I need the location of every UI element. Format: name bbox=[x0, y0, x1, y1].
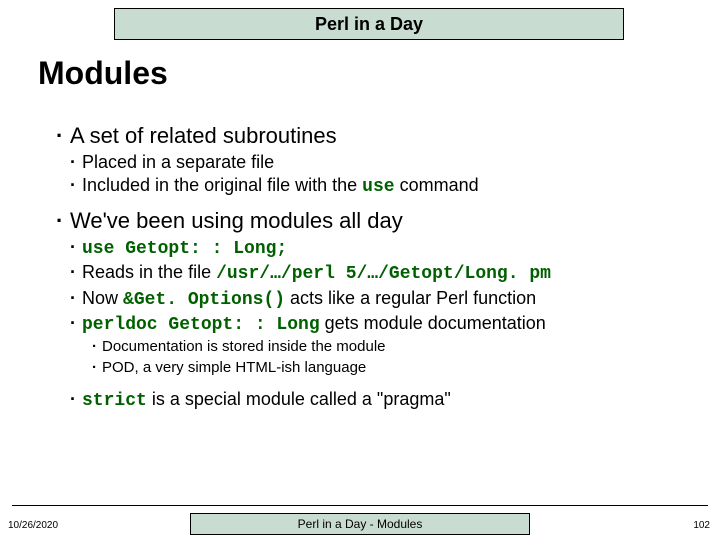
slide-content: A set of related subroutines Placed in a… bbox=[56, 115, 696, 413]
bullet-2-sub-4: perldoc Getopt: : Long gets module docum… bbox=[70, 312, 696, 337]
footer-divider bbox=[12, 505, 708, 506]
bullet-1-text: A set of related subroutines bbox=[70, 123, 337, 148]
footer-center-box: Perl in a Day - Modules bbox=[190, 513, 530, 535]
bullet-2-sub-4-sub-2: POD, a very simple HTML-ish language bbox=[92, 358, 696, 378]
bullet-2-sub-4-sub-1: Documentation is stored inside the modul… bbox=[92, 337, 696, 357]
bullet-2: We've been using modules all day bbox=[56, 208, 696, 234]
bullet-1-sub-1-text: Placed in a separate file bbox=[82, 152, 274, 172]
bullet-2-sub-1: use Getopt: : Long; bbox=[70, 236, 696, 261]
bullet-2-sub-1-code: use Getopt: : Long; bbox=[82, 239, 287, 259]
bullet-1-sub-1: Placed in a separate file bbox=[70, 151, 696, 174]
bullet-2-sub-4b: gets module documentation bbox=[320, 313, 546, 333]
bullet-2-sub-3a: Now bbox=[82, 288, 123, 308]
bullet-1-sub-2-code: use bbox=[362, 177, 394, 197]
bullet-1-sub-2a: Included in the original file with the bbox=[82, 175, 362, 195]
bullet-2-sub-3: Now &Get. Options() acts like a regular … bbox=[70, 287, 696, 312]
bullet-3-code: strict bbox=[82, 391, 147, 411]
bullet-2-sub-2-code: /usr/…/perl 5/…/Getopt/Long. pm bbox=[216, 264, 551, 284]
bullet-2-sub-3-code: &Get. Options() bbox=[123, 290, 285, 310]
bullet-1-sub-2: Included in the original file with the u… bbox=[70, 174, 696, 199]
bullet-2-sub-4-code: perldoc Getopt: : Long bbox=[82, 315, 320, 335]
bullet-2-text: We've been using modules all day bbox=[70, 208, 403, 233]
bullet-2-sub-3b: acts like a regular Perl function bbox=[285, 288, 536, 308]
footer-center-text: Perl in a Day - Modules bbox=[298, 517, 423, 531]
header-box: Perl in a Day bbox=[114, 8, 624, 40]
bullet-3: strict is a special module called a "pra… bbox=[70, 388, 696, 413]
bullet-2-sub-2: Reads in the file /usr/…/perl 5/…/Getopt… bbox=[70, 261, 696, 286]
bullet-1-sub-2b: command bbox=[395, 175, 479, 195]
header-title: Perl in a Day bbox=[315, 14, 423, 35]
bullet-2-sub-4-sub-2-text: POD, a very simple HTML-ish language bbox=[102, 359, 366, 376]
footer-page-number: 102 bbox=[693, 520, 710, 531]
slide-title: Modules bbox=[38, 55, 168, 92]
bullet-3-text: is a special module called a "pragma" bbox=[147, 389, 451, 409]
bullet-2-sub-2a: Reads in the file bbox=[82, 262, 216, 282]
bullet-1: A set of related subroutines bbox=[56, 123, 696, 149]
footer-date: 10/26/2020 bbox=[8, 520, 58, 531]
bullet-2-sub-4-sub-1-text: Documentation is stored inside the modul… bbox=[102, 338, 386, 355]
